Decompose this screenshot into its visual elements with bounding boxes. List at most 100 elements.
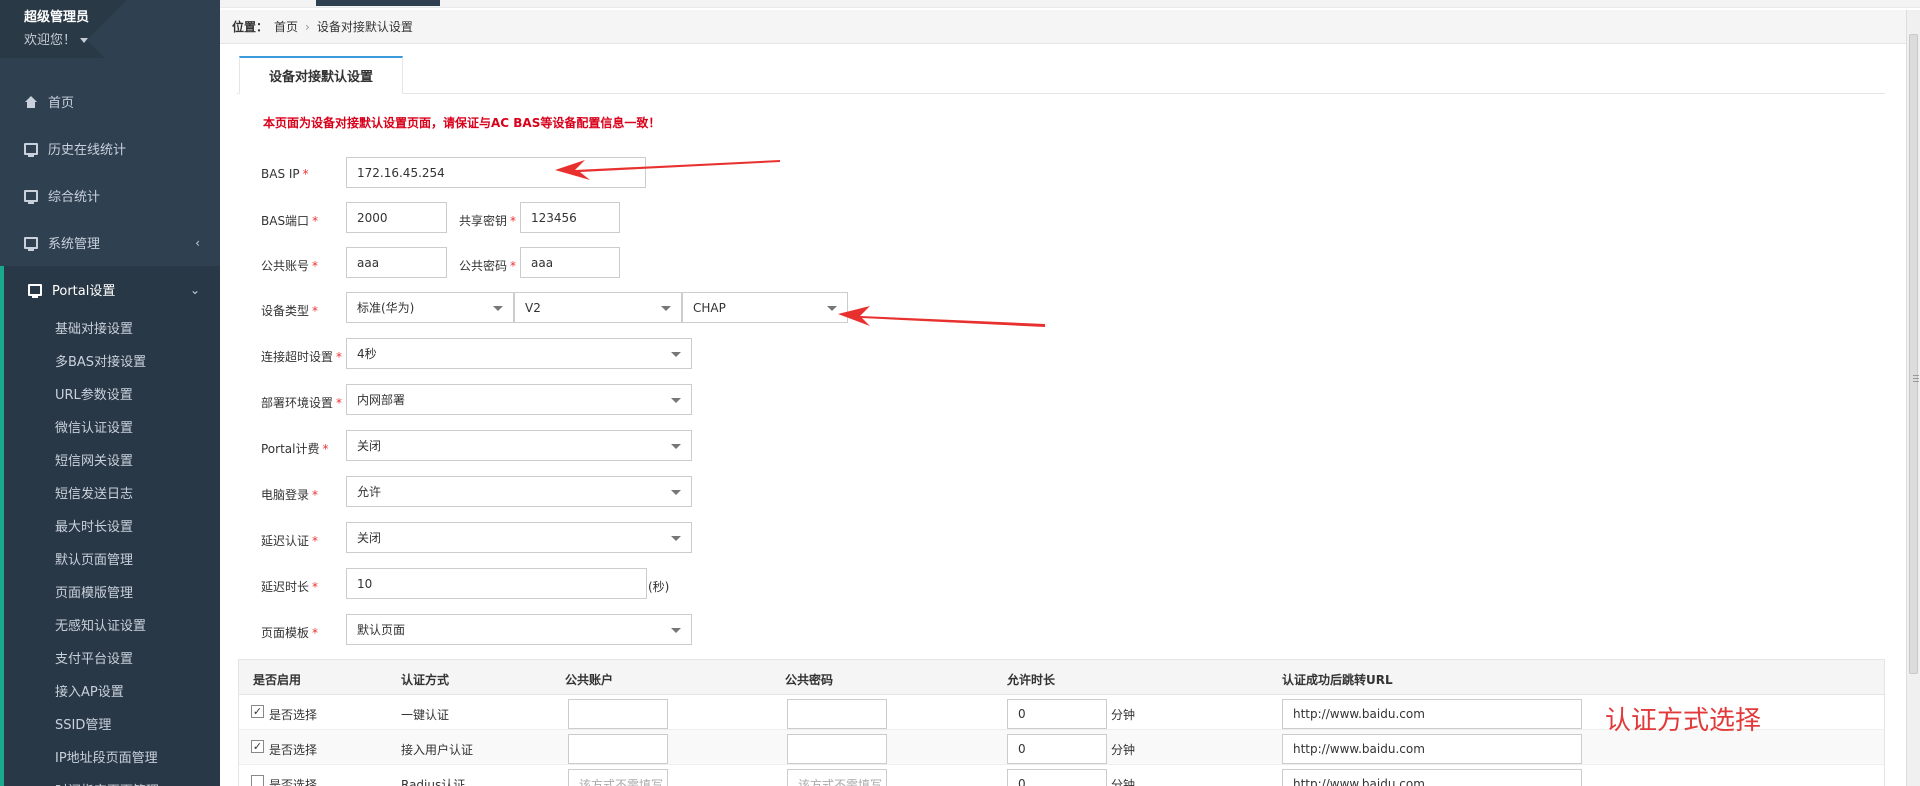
submenu-item[interactable]: IP地址段页面管理 (4, 742, 220, 775)
submenu-item[interactable]: 短信发送日志 (4, 478, 220, 511)
portal-billing-select[interactable]: 关闭 (346, 430, 692, 461)
header-duration: 允许时长 (1007, 673, 1056, 687)
sidebar-item-history-stats[interactable]: 历史在线统计 (0, 125, 220, 172)
header-account: 公共账户 (565, 673, 614, 687)
user-menu-toggle[interactable]: 欢迎您！ (24, 29, 220, 48)
header-redirect-url: 认证成功后跳转URL (1282, 673, 1393, 687)
auth-protocol-select[interactable]: CHAP (682, 292, 848, 323)
enable-checkbox[interactable] (251, 775, 264, 786)
caret-down-icon (80, 38, 89, 43)
breadcrumb: 位置： 首页 › 设备对接默认设置 (220, 10, 1906, 44)
public-password-input[interactable]: aaa (520, 247, 620, 278)
enable-checkbox[interactable]: ✓ (251, 740, 264, 753)
public-account-input[interactable]: aaa (346, 247, 447, 278)
caret-down-icon (671, 628, 681, 633)
delay-duration-label: 延迟时长 * (261, 578, 318, 595)
public-account-label: 公共账号 * (261, 257, 318, 274)
duration-input[interactable]: 0 (1007, 769, 1107, 786)
device-vendor-select[interactable]: 标准(华为) (346, 292, 514, 323)
label-text: 电脑登录 (261, 488, 310, 502)
sidebar-item-portal[interactable]: Portal设置 ⌄ (0, 266, 220, 313)
label-text: Portal计费 (261, 442, 320, 456)
breadcrumb-current: 设备对接默认设置 (316, 20, 413, 34)
minutes-unit: 分钟 (1111, 708, 1136, 722)
label-text: 延迟时长 (261, 580, 310, 594)
submenu-item[interactable]: 接入AP设置 (4, 676, 220, 709)
select-value: 关闭 (357, 439, 382, 453)
required-mark: * (336, 396, 343, 410)
sidebar: 超级管理员 欢迎您！ 首页 历史在线统计 综合统计 系统管理 ‹ Portal设置… (0, 0, 220, 786)
select-value: CHAP (693, 300, 726, 315)
account-input[interactable] (568, 734, 668, 764)
redirect-url-input[interactable]: http://www.baidu.com (1282, 734, 1582, 764)
monitor-icon (24, 142, 38, 157)
shared-key-input[interactable]: 123456 (520, 202, 620, 233)
label-text: 设备类型 (261, 304, 310, 318)
label-text: BAS IP (261, 167, 300, 181)
password-input[interactable]: 该方式不需填写 (787, 769, 887, 786)
scrollbar-thumb[interactable] (1909, 34, 1919, 674)
required-mark: * (336, 350, 343, 364)
required-mark: * (322, 442, 329, 456)
duration-input[interactable]: 0 (1007, 734, 1107, 764)
submenu-item[interactable]: 支付平台设置 (4, 643, 220, 676)
page-template-label: 页面模板 * (261, 624, 318, 641)
method-name: 接入用户认证 (401, 743, 474, 757)
pc-login-select[interactable]: 允许 (346, 476, 692, 507)
submenu-item[interactable]: 时间指定页面管理 (4, 775, 220, 786)
account-input[interactable]: 该方式不需填写 (568, 769, 668, 786)
submenu-item[interactable]: URL参数设置 (4, 379, 220, 412)
submenu-item[interactable]: 多BAS对接设置 (4, 346, 220, 379)
arrow-icon (838, 306, 1045, 327)
sidebar-item-home[interactable]: 首页 (0, 78, 220, 125)
password-input[interactable] (787, 699, 887, 729)
deploy-env-select[interactable]: 内网部署 (346, 384, 692, 415)
caret-down-icon (493, 306, 503, 311)
delay-auth-select[interactable]: 关闭 (346, 522, 692, 553)
label-text: BAS端口 (261, 214, 310, 228)
submenu-item[interactable]: 无感知认证设置 (4, 610, 220, 643)
label-text: 公共密码 (459, 259, 508, 273)
sidebar-item-system[interactable]: 系统管理 ‹ (0, 219, 220, 266)
grip-icon (1913, 375, 1919, 376)
monitor-icon (28, 283, 42, 298)
tab-device-default-settings[interactable]: 设备对接默认设置 (239, 56, 403, 94)
delay-duration-input[interactable]: 10 (346, 568, 647, 599)
required-mark: * (312, 580, 319, 594)
active-top-tab[interactable] (316, 0, 440, 6)
label-text: 部署环境设置 (261, 396, 334, 410)
pc-login-label: 电脑登录 * (261, 486, 318, 503)
label-text: 公共账号 (261, 259, 310, 273)
redirect-url-input[interactable]: http://www.baidu.com (1282, 699, 1582, 729)
bas-port-input[interactable]: 2000 (346, 202, 447, 233)
vertical-scrollbar[interactable] (1906, 10, 1920, 786)
conn-timeout-label: 连接超时设置 * (261, 348, 342, 365)
duration-input[interactable]: 0 (1007, 699, 1107, 729)
bas-ip-input[interactable]: 172.16.45.254 (346, 157, 646, 188)
submenu-item[interactable]: 页面模版管理 (4, 577, 220, 610)
select-value: 默认页面 (357, 623, 406, 637)
select-value: 内网部署 (357, 393, 406, 407)
redirect-url-input[interactable]: http://www.baidu.com (1282, 769, 1582, 786)
password-input[interactable] (787, 734, 887, 764)
submenu-item[interactable]: 默认页面管理 (4, 544, 220, 577)
home-icon (24, 95, 38, 108)
submenu-item[interactable]: 基础对接设置 (4, 313, 220, 346)
bas-port-label: BAS端口 * (261, 212, 318, 229)
account-input[interactable] (568, 699, 668, 729)
sidebar-item-overall-stats[interactable]: 综合统计 (0, 172, 220, 219)
conn-timeout-select[interactable]: 4秒 (346, 338, 692, 369)
portal-submenu: 基础对接设置 多BAS对接设置 URL参数设置 微信认证设置 短信网关设置 短信… (0, 313, 220, 786)
select-value: 4秒 (357, 347, 377, 361)
submenu-item[interactable]: 微信认证设置 (4, 412, 220, 445)
submenu-item[interactable]: 最大时长设置 (4, 511, 220, 544)
method-name: 一键认证 (401, 708, 450, 722)
monitor-icon (24, 189, 38, 204)
page-template-select[interactable]: 默认页面 (346, 614, 692, 645)
submenu-item[interactable]: 短信网关设置 (4, 445, 220, 478)
breadcrumb-home[interactable]: 首页 (274, 18, 298, 35)
select-value: 标准(华为) (357, 301, 415, 315)
enable-checkbox[interactable]: ✓ (251, 705, 264, 718)
device-version-select[interactable]: V2 (514, 292, 682, 323)
submenu-item[interactable]: SSID管理 (4, 709, 220, 742)
